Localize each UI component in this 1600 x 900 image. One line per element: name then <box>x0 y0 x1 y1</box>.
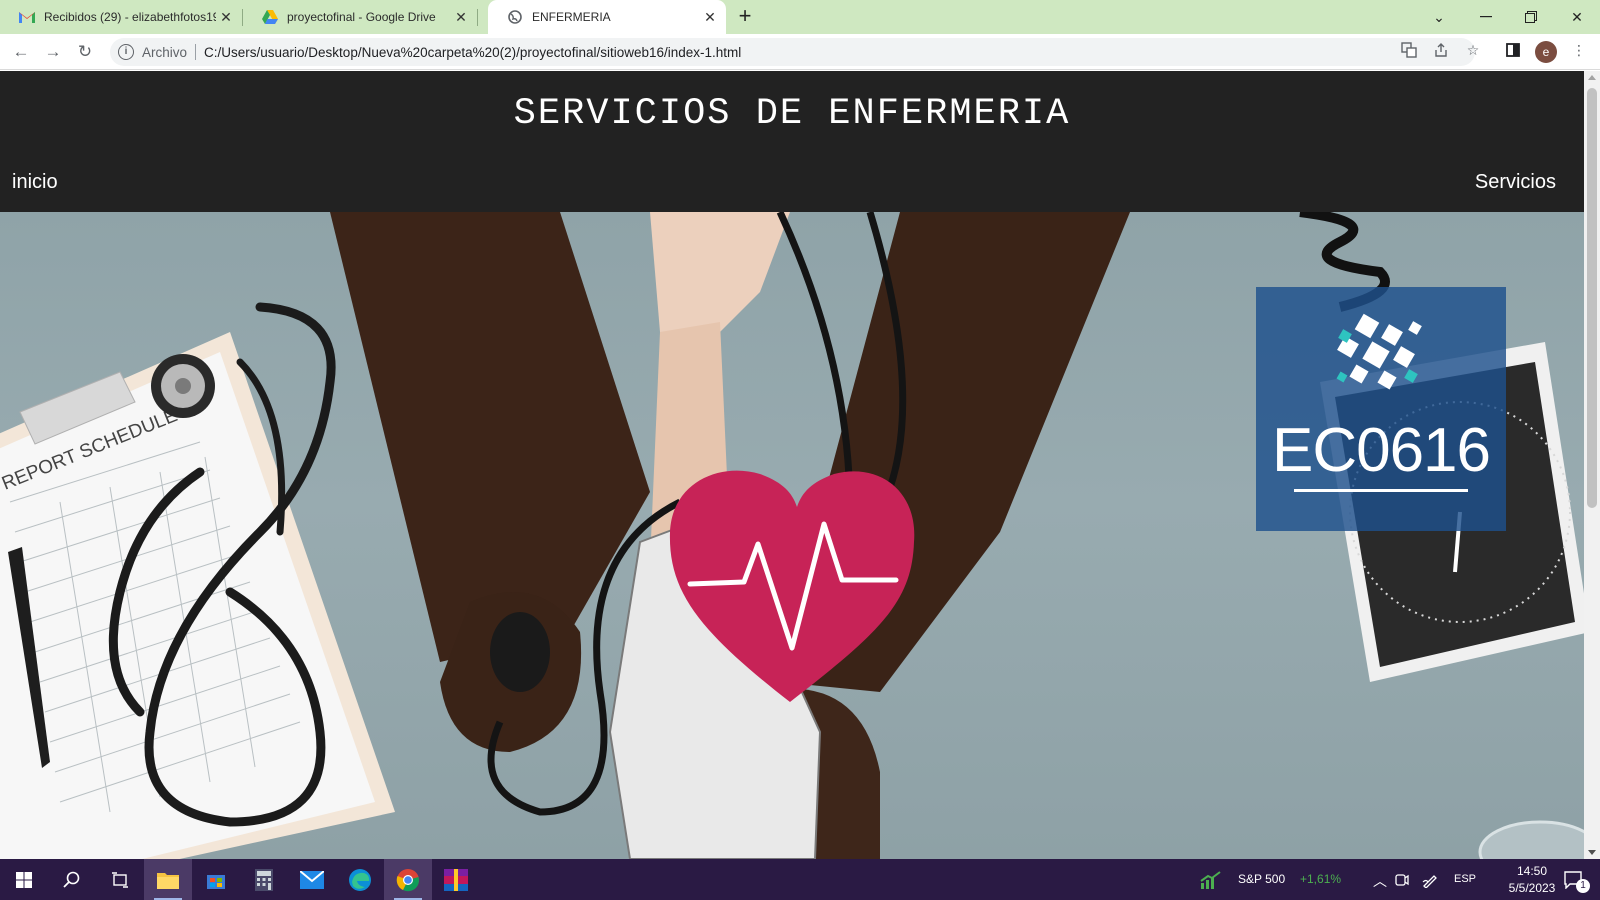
avatar[interactable]: e <box>1535 41 1557 63</box>
clock-time[interactable]: 14:50 <box>1502 864 1562 878</box>
task-view-icon[interactable] <box>96 859 144 900</box>
mail-icon[interactable] <box>288 859 336 900</box>
close-tab-icon[interactable]: ✕ <box>218 9 234 25</box>
stock-change[interactable]: +1,61% <box>1300 872 1341 886</box>
address-bar[interactable]: i Archivo C:/Users/usuario/Desktop/Nueva… <box>110 38 1475 66</box>
gmail-icon <box>18 8 36 26</box>
nav-inicio-link[interactable]: inicio <box>12 171 58 194</box>
bookmark-star-icon[interactable]: ☆ <box>1464 41 1482 59</box>
pressure-bulb <box>490 612 550 692</box>
back-icon[interactable]: ← <box>10 41 32 63</box>
tab-title: proyectofinal - Google Drive <box>287 10 436 24</box>
notification-center-icon[interactable] <box>1554 859 1594 900</box>
close-window-icon[interactable]: ✕ <box>1554 0 1600 34</box>
url-text[interactable]: C:/Users/usuario/Desktop/Nueva%20carpeta… <box>204 45 741 60</box>
edge-icon[interactable] <box>336 859 384 900</box>
info-icon[interactable]: i <box>118 44 134 60</box>
logo-underline <box>1294 489 1468 492</box>
new-tab-button[interactable]: + <box>734 5 756 28</box>
side-panel-icon[interactable] <box>1504 41 1522 59</box>
calculator-icon[interactable] <box>240 859 288 900</box>
divider <box>195 44 197 60</box>
scrollbar-thumb[interactable] <box>1587 88 1597 508</box>
glass-illustration <box>1478 820 1584 859</box>
pen-workspace-icon[interactable] <box>1416 859 1444 900</box>
stock-trend-icon[interactable] <box>1196 859 1226 900</box>
tab-gmail[interactable]: Recibidos (29) - elizabethfotos19 ✕ <box>0 0 243 34</box>
logo-text: EC0616 <box>1271 416 1491 485</box>
cubes-icon <box>1336 313 1422 390</box>
google-drive-icon <box>261 8 279 26</box>
globe-icon <box>506 8 524 26</box>
reload-icon[interactable]: ↻ <box>74 41 96 63</box>
tab-search-icon[interactable]: ⌄ <box>1416 0 1462 34</box>
file-explorer-icon[interactable] <box>144 859 192 900</box>
notification-badge: 1 <box>1576 879 1590 893</box>
windows-taskbar: S&P 500 +1,61% ︿ ESP 14:50 5/5/2023 1 <box>0 859 1600 900</box>
nav-servicios-link[interactable]: Servicios <box>1475 171 1556 194</box>
vertical-scrollbar[interactable] <box>1584 71 1600 859</box>
winrar-icon[interactable] <box>432 859 480 900</box>
protocol-label: Archivo <box>142 44 188 60</box>
restore-icon[interactable] <box>1508 0 1554 34</box>
windows-start-icon[interactable] <box>0 859 48 900</box>
minimize-icon[interactable] <box>1463 0 1509 34</box>
scroll-up-icon[interactable] <box>1588 75 1596 80</box>
chevron-up-icon[interactable]: ︿ <box>1373 871 1387 891</box>
scroll-down-icon[interactable] <box>1588 850 1596 855</box>
share-icon[interactable] <box>1432 41 1450 59</box>
tab-title: ENFERMERIA <box>532 10 611 24</box>
site-header: SERVICIOS DE ENFERMERIA inicio Servicios <box>0 71 1584 212</box>
meet-now-icon[interactable] <box>1388 859 1416 900</box>
search-icon[interactable] <box>48 859 96 900</box>
tab-google-drive[interactable]: proyectofinal - Google Drive ✕ <box>243 0 478 34</box>
language-indicator[interactable]: ESP <box>1454 873 1476 885</box>
ec0616-logo: EC0616 <box>1256 287 1506 531</box>
hero-image: REPORT SCHEDULE EC0616 <box>0 212 1584 859</box>
close-tab-icon[interactable]: ✕ <box>702 9 718 25</box>
tab-enfermeria[interactable]: ENFERMERIA ✕ <box>488 0 726 34</box>
microsoft-store-icon[interactable] <box>192 859 240 900</box>
menu-dots-icon[interactable]: ⋮ <box>1570 41 1588 59</box>
tab-strip: Recibidos (29) - elizabethfotos19 ✕ proy… <box>0 0 1600 34</box>
page-title: SERVICIOS DE ENFERMERIA <box>513 93 1071 135</box>
forward-icon[interactable]: → <box>42 41 64 63</box>
chrome-icon[interactable] <box>384 859 432 900</box>
tab-title: Recibidos (29) - elizabethfotos19 <box>44 10 216 24</box>
translate-icon[interactable] <box>1400 41 1418 59</box>
stock-name[interactable]: S&P 500 <box>1238 872 1285 886</box>
page-viewport: SERVICIOS DE ENFERMERIA inicio Servicios… <box>0 71 1584 859</box>
close-tab-icon[interactable]: ✕ <box>453 9 469 25</box>
browser-toolbar: ← → ↻ i Archivo C:/Users/usuario/Desktop… <box>0 34 1600 70</box>
